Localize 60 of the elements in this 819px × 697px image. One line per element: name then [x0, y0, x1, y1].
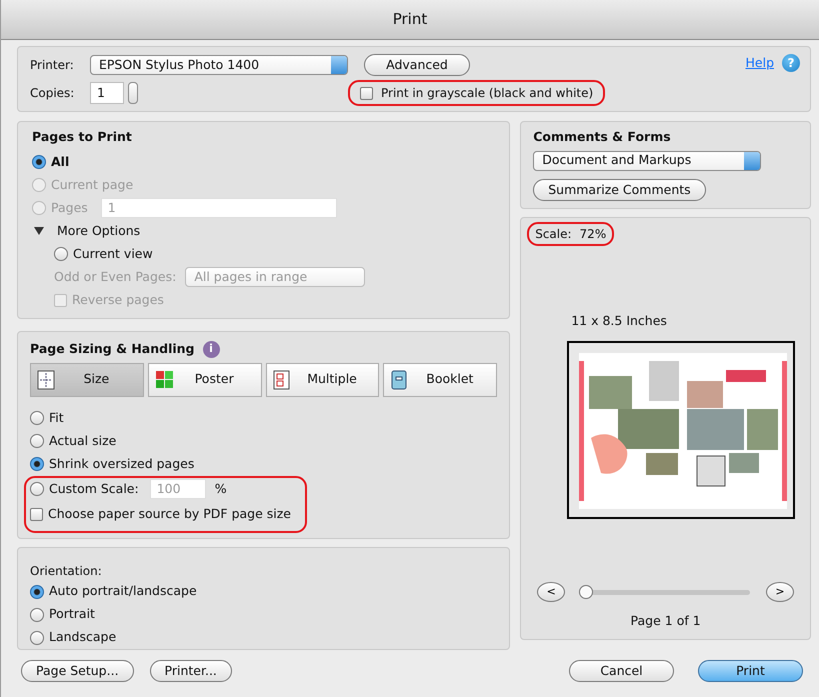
radio-button[interactable] — [54, 247, 68, 262]
tab[interactable]: Booklet — [383, 362, 498, 397]
section-title: Comments & Forms — [533, 128, 672, 146]
option-label: Custom Scale: — [49, 480, 139, 498]
printer-dropdown[interactable]: EPSON Stylus Photo 1400 — [90, 55, 348, 75]
info-icon[interactable]: i — [202, 340, 220, 358]
checkbox[interactable] — [360, 86, 373, 100]
option-label: Current view — [73, 244, 153, 263]
stepper[interactable] — [128, 82, 138, 104]
print-button[interactable]: Print — [698, 660, 803, 682]
page-indicator: Page 1 of 1 — [630, 612, 702, 630]
checkbox-label: Reverse pages — [72, 290, 164, 309]
radio-button[interactable] — [30, 434, 44, 448]
next-page-button[interactable]: > — [766, 582, 794, 602]
option-label: All — [51, 152, 70, 171]
radio-button[interactable] — [30, 482, 44, 496]
summarize-comments-button[interactable]: Summarize Comments — [533, 178, 706, 201]
disclosure-label[interactable]: More Options — [57, 222, 140, 241]
checkbox[interactable] — [30, 508, 43, 522]
scale-label: Scale: — [535, 226, 572, 243]
option-label: Pages — [51, 198, 88, 217]
option-label: Fit — [49, 408, 64, 427]
scale-value: 72% — [580, 226, 606, 243]
paper-size-label: 11 x 8.5 Inches — [571, 312, 668, 330]
radio-button[interactable] — [30, 608, 44, 622]
advanced-button[interactable]: Advanced — [364, 54, 470, 76]
radio-button[interactable] — [30, 411, 44, 426]
tiles-icon — [154, 370, 174, 390]
field-label: Printer: — [30, 57, 75, 74]
radio-button[interactable] — [32, 155, 46, 170]
option-label: Shrink oversized pages — [49, 454, 194, 473]
field-label: Odd or Even Pages: — [54, 268, 176, 286]
option-label: Current page — [51, 176, 134, 194]
previous-page-button[interactable]: < — [537, 582, 566, 602]
slider-thumb[interactable] — [579, 584, 594, 599]
pages-icon — [272, 370, 292, 390]
cancel-button[interactable]: Cancel — [569, 660, 674, 682]
option-label: Portrait — [49, 605, 95, 624]
section-title: Page Sizing & Handling — [30, 340, 194, 358]
tab[interactable]: Poster — [148, 362, 262, 397]
option-label: Landscape — [49, 628, 116, 646]
unit-label: % — [214, 480, 227, 498]
copies-field[interactable]: 1 — [90, 82, 124, 104]
tab[interactable]: Size — [30, 362, 144, 397]
radio-button[interactable] — [30, 457, 44, 472]
comments-dropdown[interactable]: Document and Markups — [533, 150, 762, 171]
checkbox-label: Choose paper source by PDF page size — [48, 505, 291, 524]
tab[interactable]: Multiple — [266, 362, 380, 397]
book-icon — [390, 370, 410, 390]
field-label: Copies: — [30, 85, 76, 102]
option-label: Auto portrait/landscape — [49, 582, 197, 600]
section-title: Pages to Print — [32, 128, 133, 146]
checkbox-label: Print in grayscale (black and white) — [381, 85, 594, 102]
section-title: Orientation: — [30, 563, 103, 580]
option-label: Actual size — [49, 432, 116, 450]
radio-button[interactable] — [30, 584, 44, 598]
dialog-button[interactable]: Printer... — [150, 660, 232, 682]
window-title: Print — [392, 9, 428, 30]
radio-button[interactable] — [30, 630, 44, 644]
dialog-button[interactable]: Page Setup... — [21, 660, 134, 682]
